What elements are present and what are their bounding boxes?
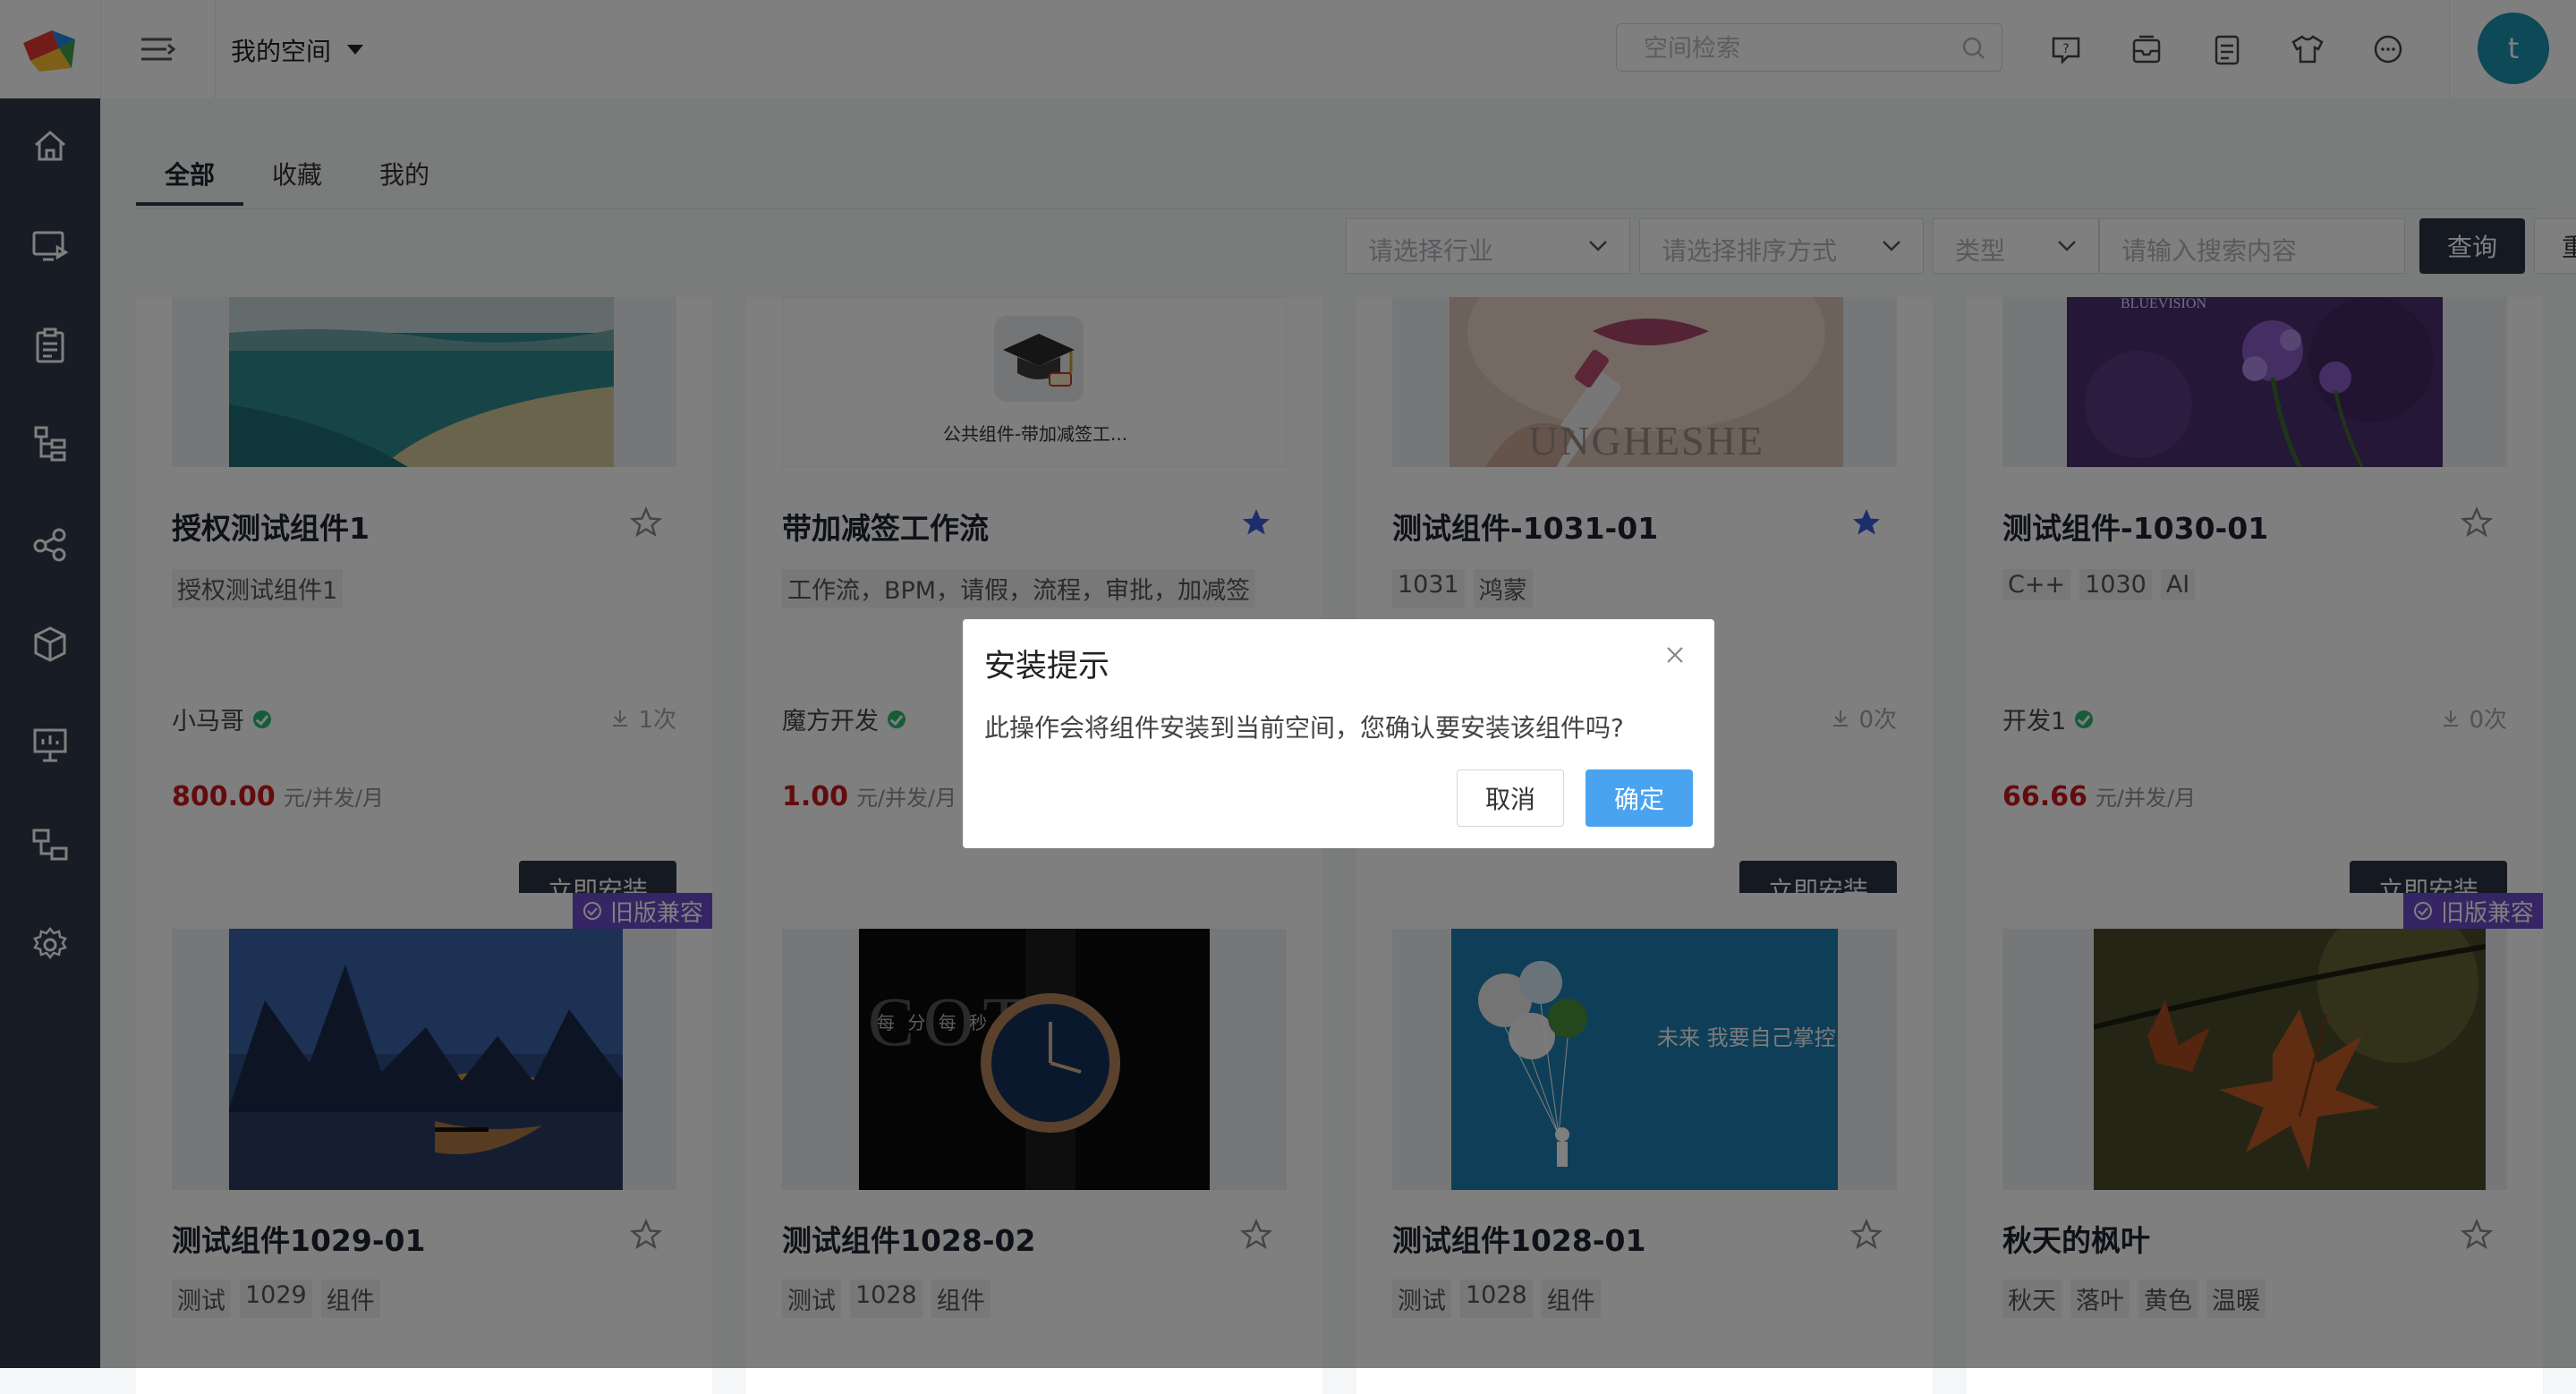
cancel-button[interactable]: 取消 <box>1457 769 1564 827</box>
close-icon[interactable] <box>1657 637 1693 673</box>
dialog-title: 安装提示 <box>984 649 1110 684</box>
install-confirm-dialog: 安装提示 此操作会将组件安装到当前空间，您确认要安装该组件吗? 取消 确定 <box>963 619 1714 848</box>
confirm-button[interactable]: 确定 <box>1586 769 1693 827</box>
dialog-message: 此操作会将组件安装到当前空间，您确认要安装该组件吗? <box>984 713 1624 743</box>
